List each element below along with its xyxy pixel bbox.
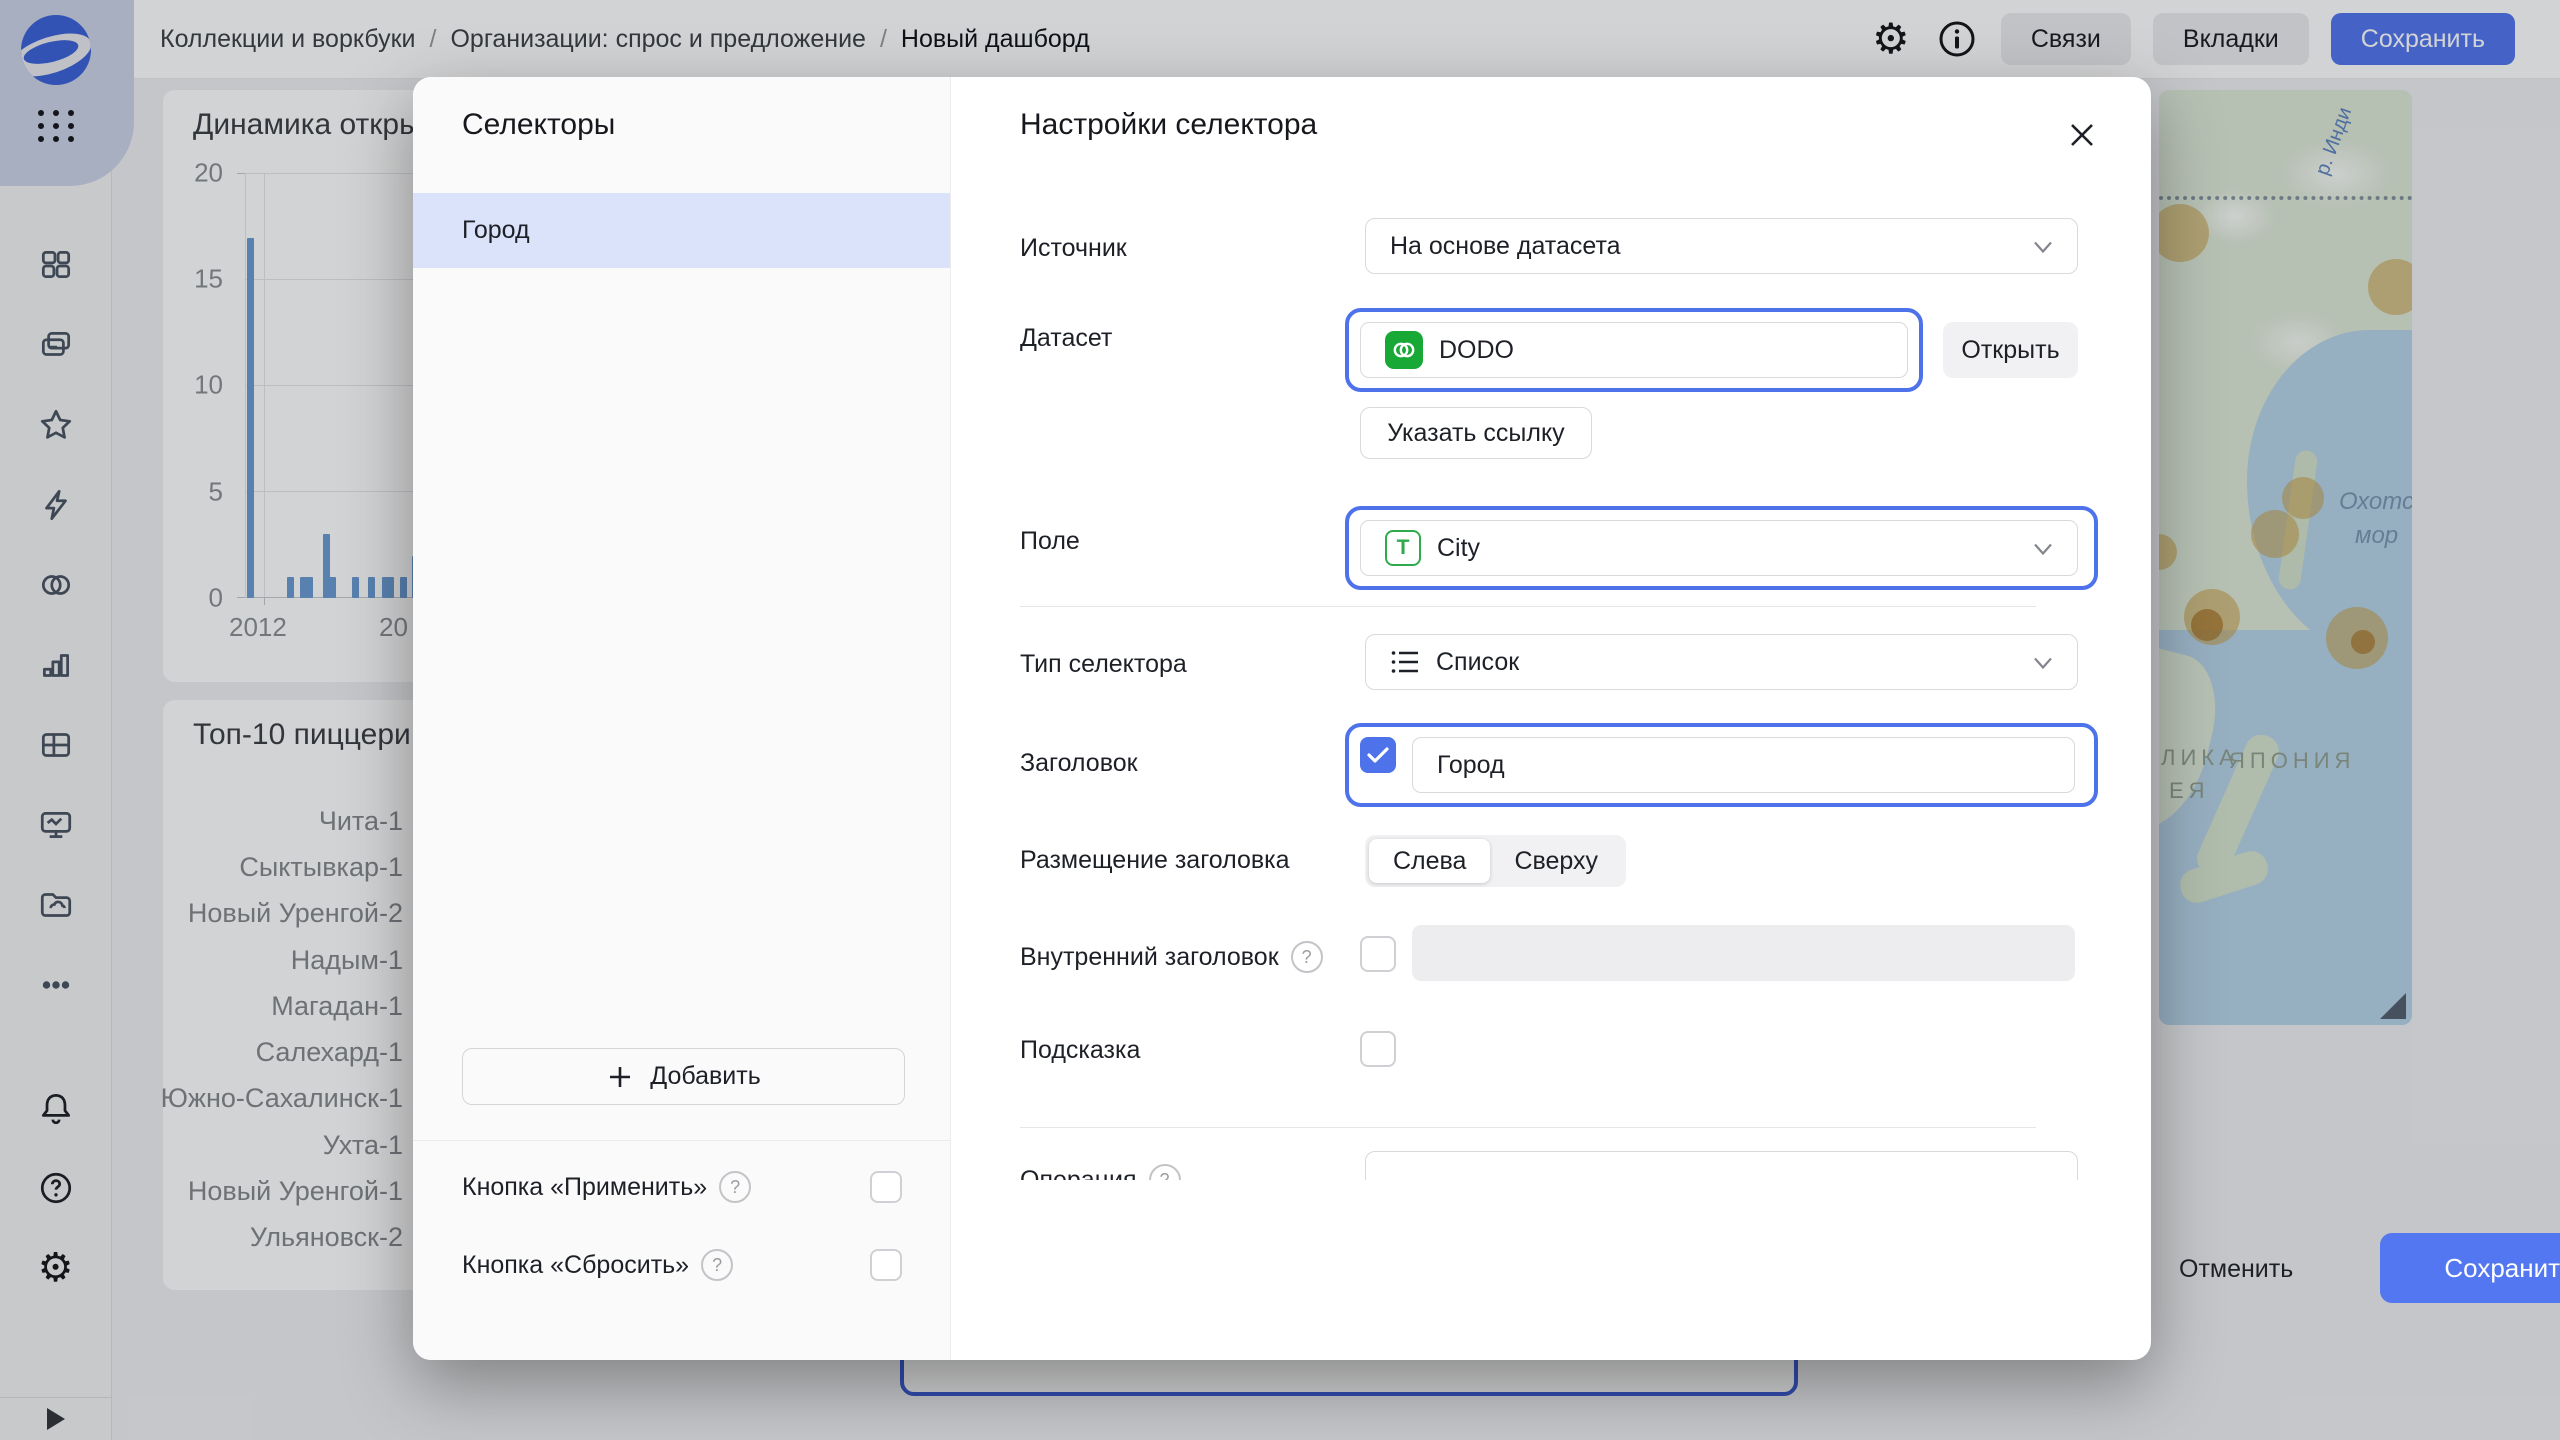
field-label: Поле	[1020, 527, 1080, 556]
field-value: City	[1437, 534, 1480, 563]
plus-icon	[606, 1063, 634, 1091]
hint-checkbox[interactable]	[1360, 1031, 1396, 1067]
add-selector-button[interactable]: Добавить	[462, 1048, 905, 1105]
reset-button-row: Кнопка «Сбросить» ?	[462, 1245, 902, 1285]
field-select[interactable]: T City	[1360, 520, 2078, 576]
help-question-icon[interactable]: ?	[1291, 941, 1323, 973]
operation-label: Операция ?	[1020, 1164, 1181, 1180]
selector-item-label: Город	[462, 216, 530, 245]
title-label: Заголовок	[1020, 749, 1138, 778]
dataset-label: Датасет	[1020, 324, 1112, 353]
cancel-button[interactable]: Отменить	[2173, 1249, 2293, 1289]
field-type-string-icon: T	[1385, 530, 1421, 566]
help-question-icon[interactable]: ?	[701, 1249, 733, 1281]
divider	[413, 1140, 950, 1141]
close-dialog-icon[interactable]	[2062, 115, 2102, 155]
specify-link-button[interactable]: Указать ссылку	[1360, 407, 1592, 459]
operation-select[interactable]	[1365, 1151, 2078, 1180]
placement-label: Размещение заголовка	[1020, 846, 1290, 875]
selector-type-value: Список	[1436, 648, 1519, 677]
inner-title-input	[1412, 925, 2075, 981]
divider	[1020, 1127, 2036, 1128]
save-selector-button[interactable]: Сохранить	[2380, 1233, 2560, 1303]
inner-title-checkbox[interactable]	[1360, 936, 1396, 972]
reset-button-label: Кнопка «Сбросить»	[462, 1251, 689, 1280]
source-value: На основе датасета	[1390, 232, 1621, 261]
title-checkbox[interactable]	[1360, 737, 1396, 773]
apply-button-label: Кнопка «Применить»	[462, 1173, 707, 1202]
selector-settings-panel: Настройки селектора Источник На основе д…	[950, 77, 2151, 1360]
dataset-name: DODO	[1439, 336, 1514, 365]
selectors-panel-title: Селекторы	[462, 105, 615, 145]
placement-segmented-control: Слева Сверху	[1365, 835, 1626, 887]
placement-option-top[interactable]: Сверху	[1490, 839, 1622, 883]
selector-list-item-gorod[interactable]: Город	[413, 193, 950, 268]
selector-type-select[interactable]: Список	[1365, 634, 2078, 690]
inner-title-label: Внутренний заголовок ?	[1020, 941, 1323, 973]
help-question-icon[interactable]: ?	[719, 1171, 751, 1203]
divider	[1020, 606, 2036, 607]
source-select[interactable]: На основе датасета	[1365, 218, 2078, 274]
chevron-down-icon	[2033, 534, 2053, 563]
hint-label: Подсказка	[1020, 1036, 1140, 1065]
chevron-down-icon	[2033, 648, 2053, 677]
check-icon	[1367, 746, 1389, 764]
add-selector-label: Добавить	[650, 1062, 761, 1091]
dataset-field[interactable]: DODO	[1360, 322, 1908, 378]
list-type-icon	[1390, 649, 1420, 675]
placement-option-left[interactable]: Слева	[1369, 839, 1490, 883]
help-question-icon[interactable]: ?	[1149, 1164, 1181, 1180]
operation-row-clipped: Операция ?	[950, 1137, 2091, 1180]
chevron-down-icon	[2033, 232, 2053, 261]
selector-type-label: Тип селектора	[1020, 650, 1187, 679]
selector-settings-dialog: Селекторы Город Добавить Кнопка «Примени…	[413, 77, 2151, 1360]
dataset-icon	[1385, 331, 1423, 369]
source-label: Источник	[1020, 234, 1127, 263]
datalens-dashboard-editor: Коллекции и воркбуки / Организации: спро…	[0, 0, 2560, 1440]
settings-title: Настройки селектора	[1020, 105, 1317, 145]
reset-button-checkbox[interactable]	[870, 1249, 902, 1281]
open-dataset-button[interactable]: Открыть	[1943, 322, 2078, 378]
selectors-list-panel: Селекторы Город Добавить Кнопка «Примени…	[413, 77, 951, 1360]
apply-button-checkbox[interactable]	[870, 1171, 902, 1203]
apply-button-row: Кнопка «Применить» ?	[462, 1167, 902, 1207]
title-input[interactable]	[1412, 737, 2075, 793]
